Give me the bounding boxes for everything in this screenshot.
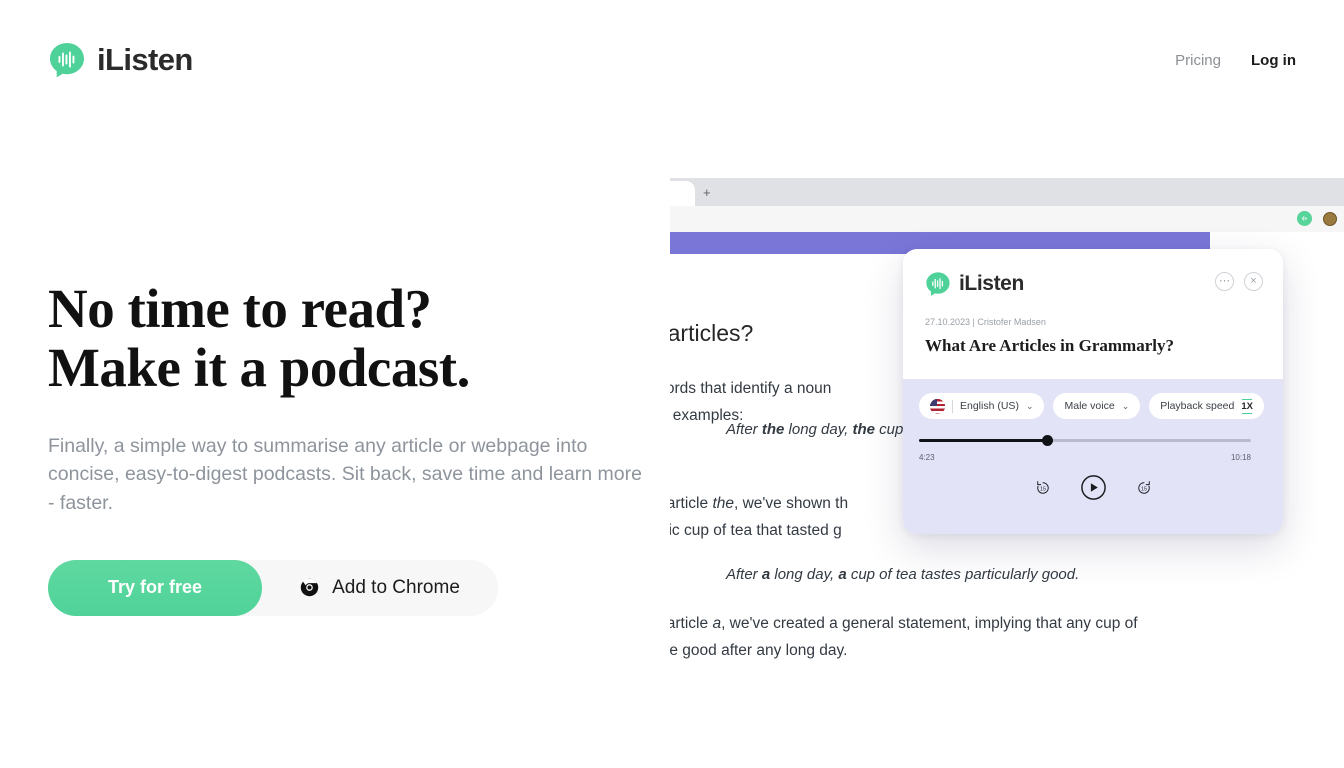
- playback-speed-label: Playback speed: [1160, 400, 1235, 412]
- ilisten-player-widget: iListen ⋯ × 27.10.2023 | Cristofer Madse…: [903, 249, 1283, 534]
- page-title: No time to read? Make it a podcast.: [48, 278, 668, 398]
- play-button[interactable]: [1080, 474, 1107, 506]
- widget-header: iListen ⋯ × 27.10.2023 | Cristofer Madse…: [903, 249, 1283, 379]
- progress-fill: [919, 439, 1048, 442]
- playback-speed-stepper[interactable]: 1X: [1241, 398, 1253, 414]
- browser-tab-bar: × +: [670, 178, 1344, 206]
- add-to-chrome-button[interactable]: Add to Chrome: [262, 560, 498, 616]
- hero-title-line-2: Make it a podcast.: [48, 336, 470, 398]
- quote-bold: the: [852, 421, 875, 438]
- browser-toolbar: ⋮: [670, 206, 1344, 232]
- hero-subtitle: Finally, a simple way to summarise any a…: [48, 434, 642, 514]
- article-paragraph-3: g the article a, we've created a general…: [670, 611, 1138, 664]
- add-to-chrome-label: Add to Chrome: [332, 576, 460, 598]
- article-text: g the article: [670, 495, 709, 512]
- cta-group: Try for free Add to Chrome: [48, 559, 498, 616]
- article-text: , we've shown th: [734, 495, 849, 512]
- widget-brand-name: iListen: [959, 272, 1024, 295]
- article-title: What Are Articles in Grammarly?: [925, 336, 1174, 355]
- article-text: specific cup of tea that tasted g: [670, 521, 842, 539]
- article-text: , we've created a general statement, imp…: [721, 615, 1138, 632]
- hero-section: No time to read? Make it a podcast. Fina…: [48, 278, 668, 616]
- us-flag-icon: [930, 398, 945, 414]
- close-icon[interactable]: ×: [1244, 272, 1263, 291]
- hero-title-line-1: No time to read?: [48, 278, 432, 339]
- stepper-down-dash: [1242, 412, 1253, 414]
- browser-tab[interactable]: ×: [670, 181, 695, 206]
- quote-text: long day,: [784, 421, 853, 438]
- quote-bold: the: [761, 421, 785, 438]
- progress-bar[interactable]: [919, 435, 1267, 446]
- divider: [952, 399, 953, 413]
- article-quote-1: After the long day, the cup: [726, 421, 903, 438]
- transport-controls: 15 15: [919, 474, 1267, 506]
- article-text: g the article: [670, 615, 709, 632]
- quote-bold: a: [838, 566, 847, 583]
- quote-bold: a: [761, 566, 771, 583]
- profile-avatar-icon[interactable]: [1323, 211, 1337, 226]
- time-row: 4:23 10:18: [919, 453, 1251, 462]
- player-options-row: English (US) ⌄ Male voice ⌄ Playback spe…: [919, 393, 1267, 419]
- playback-speed-selector[interactable]: Playback speed 1X: [1149, 393, 1264, 419]
- try-for-free-button[interactable]: Try for free: [48, 559, 262, 616]
- playback-speed-value: 1X: [1241, 400, 1253, 412]
- brand-logo[interactable]: iListen: [48, 41, 193, 79]
- forward-15-button[interactable]: 15: [1135, 479, 1153, 502]
- main-nav: Pricing Log in: [1175, 52, 1296, 69]
- widget-action-group: ⋯ ×: [1215, 272, 1263, 291]
- stepper-up-dash: [1242, 398, 1253, 400]
- toolbar-icon-group: ⋮: [1297, 211, 1344, 226]
- landing-page: iListen Pricing Log in No time to read? …: [0, 0, 1344, 768]
- current-time: 4:23: [919, 453, 935, 462]
- quote-text: After: [726, 421, 762, 438]
- nav-link-pricing[interactable]: Pricing: [1175, 52, 1221, 69]
- new-tab-icon[interactable]: +: [703, 186, 711, 199]
- audio-player: English (US) ⌄ Male voice ⌄ Playback spe…: [903, 379, 1283, 534]
- rewind-15-button[interactable]: 15: [1034, 479, 1052, 502]
- quote-text: After: [726, 566, 762, 583]
- chevron-down-icon: ⌄: [1025, 400, 1034, 411]
- quote-text: cup of tea tastes particularly good.: [846, 566, 1080, 583]
- ilisten-logo-icon: [48, 41, 86, 79]
- ilisten-logo-icon: [925, 271, 951, 297]
- article-text: ld taste good after any long day.: [670, 641, 848, 659]
- voice-value: Male voice: [1064, 400, 1115, 412]
- brand-name: iListen: [97, 42, 193, 77]
- widget-brand: iListen: [925, 271, 1261, 297]
- nav-link-login[interactable]: Log in: [1251, 52, 1296, 69]
- svg-text:15: 15: [1040, 486, 1046, 492]
- quote-text: cup: [874, 421, 904, 438]
- ilisten-extension-icon[interactable]: [1297, 211, 1312, 226]
- chevron-down-icon: ⌄: [1121, 400, 1130, 411]
- article-paragraph-2: g the article the, we've shown th specif…: [670, 491, 848, 544]
- article-text: are words that identify a noun: [670, 380, 832, 397]
- voice-selector[interactable]: Male voice ⌄: [1053, 393, 1141, 419]
- progress-handle[interactable]: [1042, 435, 1053, 446]
- article-meta: 27.10.2023 | Cristofer Madsen: [925, 317, 1046, 327]
- svg-text:15: 15: [1141, 486, 1147, 492]
- total-time: 10:18: [1230, 453, 1251, 462]
- article-heading: are articles?: [670, 320, 754, 346]
- chrome-icon: [300, 578, 319, 597]
- article-quote-2: After a long day, a cup of tea tastes pa…: [726, 566, 1079, 583]
- more-options-icon[interactable]: ⋯: [1215, 272, 1234, 291]
- language-value: English (US): [960, 400, 1019, 412]
- language-selector[interactable]: English (US) ⌄: [919, 393, 1045, 419]
- site-header: iListen Pricing Log in: [0, 0, 1344, 120]
- quote-text: long day,: [770, 566, 839, 583]
- article-emphasis: a: [712, 615, 722, 632]
- article-emphasis: the: [712, 495, 734, 512]
